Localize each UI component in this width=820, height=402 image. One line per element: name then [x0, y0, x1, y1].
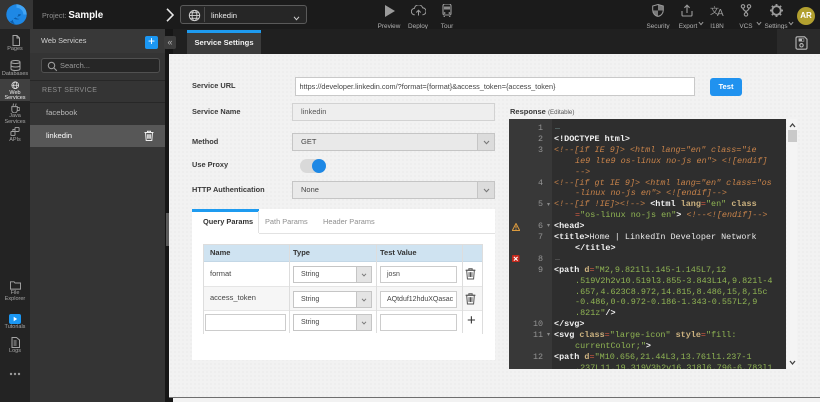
- svg-text:A: A: [717, 8, 724, 17]
